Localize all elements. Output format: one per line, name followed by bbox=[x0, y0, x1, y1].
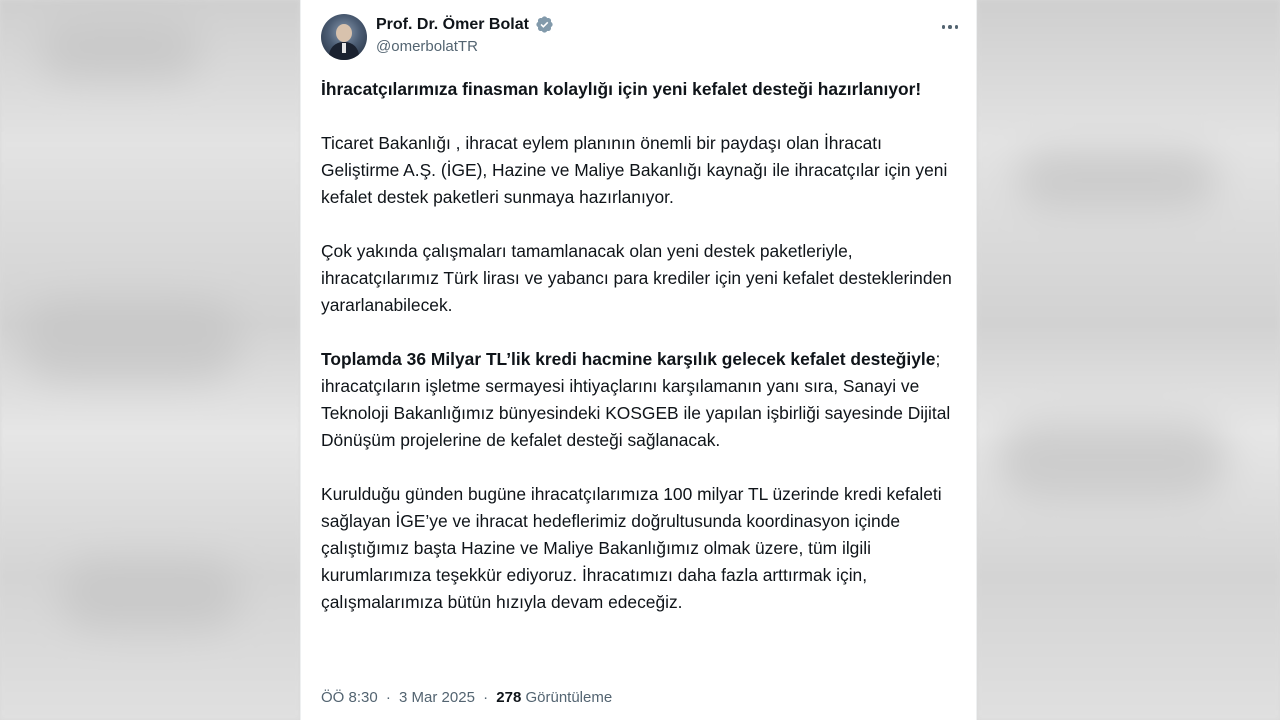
views-count[interactable]: 278 bbox=[496, 689, 521, 706]
avatar-face bbox=[336, 24, 352, 42]
views-label[interactable]: Görüntüleme bbox=[525, 689, 612, 706]
background-blur bbox=[20, 300, 240, 380]
meta-separator: · bbox=[385, 689, 391, 706]
tweet-card: Prof. Dr. Ömer Bolat @omerbolatTR İhraca… bbox=[300, 0, 977, 720]
tweet-paragraph: Kurulduğu günden bugüne ihracatçılarımız… bbox=[321, 484, 942, 612]
background-blur bbox=[997, 420, 1227, 500]
tweet-bold-text: Toplamda 36 Milyar TL’lik kredi hacmine … bbox=[321, 349, 936, 369]
meta-separator: · bbox=[483, 689, 489, 706]
background-right bbox=[977, 0, 1280, 720]
tweet-time[interactable]: ÖÖ 8:30 bbox=[321, 689, 378, 706]
tweet-paragraph: Ticaret Bakanlığı , ihracat eylem planın… bbox=[321, 133, 948, 207]
avatar[interactable] bbox=[321, 14, 367, 60]
author-handle[interactable]: @omerbolatTR bbox=[376, 38, 554, 55]
author-info: Prof. Dr. Ömer Bolat @omerbolatTR bbox=[376, 15, 554, 55]
background-left bbox=[0, 0, 300, 720]
tweet-date[interactable]: 3 Mar 2025 bbox=[399, 689, 475, 706]
tweet-text: İhracatçılarımıza finasman kolaylığı içi… bbox=[321, 76, 961, 616]
tweet-paragraph: Toplamda 36 Milyar TL’lik kredi hacmine … bbox=[321, 346, 961, 454]
author-display-name[interactable]: Prof. Dr. Ömer Bolat bbox=[376, 16, 529, 34]
verified-badge-icon bbox=[536, 16, 553, 33]
avatar-tie bbox=[342, 43, 346, 53]
background-blur bbox=[1017, 150, 1217, 210]
background-blur bbox=[40, 20, 200, 80]
more-options-icon[interactable] bbox=[939, 16, 961, 38]
tweet-paragraph: Çok yakında çalışmaları tamamlanacak ola… bbox=[321, 241, 952, 315]
tweet-meta: ÖÖ 8:30 · 3 Mar 2025 · 278 Görüntüleme bbox=[321, 689, 612, 706]
background-blur bbox=[60, 560, 240, 630]
tweet-headline: İhracatçılarımıza finasman kolaylığı içi… bbox=[321, 79, 922, 99]
tweet-header: Prof. Dr. Ömer Bolat @omerbolatTR bbox=[321, 14, 961, 60]
